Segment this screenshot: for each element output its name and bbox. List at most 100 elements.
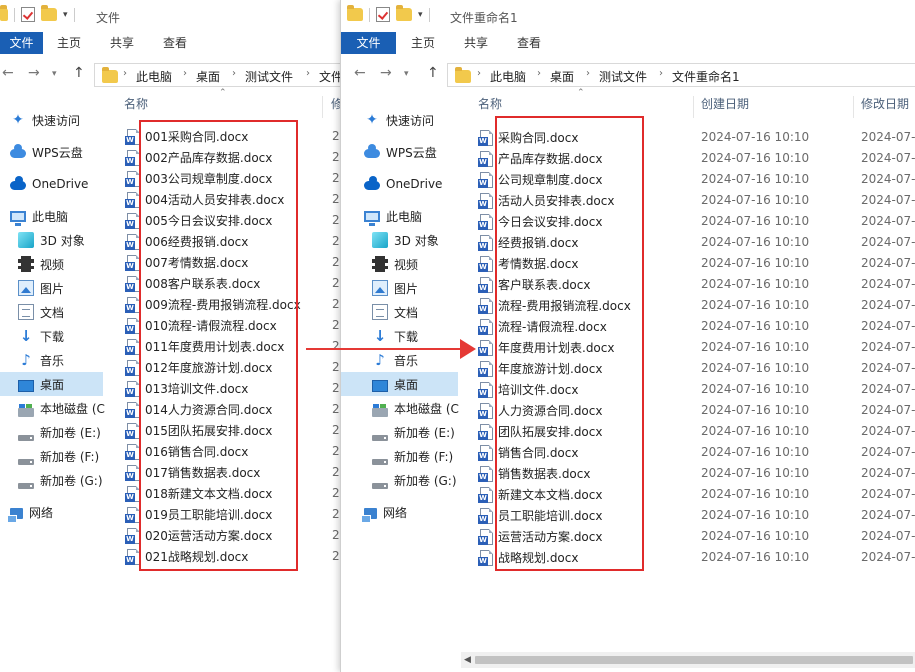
breadcrumb-separator: › <box>306 68 310 79</box>
tab-view[interactable]: 查看 <box>517 32 541 54</box>
folder-icon[interactable] <box>0 5 8 21</box>
file-date-created: 2024-07-16 10:10 <box>701 214 810 228</box>
sidebar-item[interactable]: ↓ 下载 <box>18 324 64 348</box>
sidebar-item[interactable]: 3D 对象 <box>372 228 439 252</box>
address-bar[interactable]: › 此电脑 › 桌面 › 测试文件 › 文件 <box>94 63 340 87</box>
column-header-name[interactable]: 名称 <box>124 95 148 119</box>
word-document-icon <box>478 507 493 524</box>
up-arrow-icon[interactable]: ↑ <box>73 65 85 81</box>
sidebar-item[interactable]: WPS云盘 <box>364 140 437 164</box>
tab-view[interactable]: 查看 <box>163 32 187 54</box>
sidebar-item[interactable]: ✦ 快速访问 <box>10 108 80 132</box>
sidebar-item[interactable]: ↓ 下载 <box>372 324 418 348</box>
back-arrow-icon[interactable]: ← <box>2 65 14 81</box>
file-date-modified: 2024-07-1 <box>861 235 915 249</box>
breadcrumb-current[interactable]: 文件 <box>319 68 340 85</box>
forward-arrow-icon[interactable]: → <box>380 65 392 81</box>
breadcrumb-current[interactable]: 文件重命名1 <box>672 68 740 85</box>
properties-icon[interactable] <box>21 7 35 22</box>
new-folder-icon[interactable] <box>396 5 412 21</box>
tab-file[interactable]: 文件 <box>341 32 396 54</box>
folder-icon[interactable] <box>347 5 363 21</box>
tab-share[interactable]: 共享 <box>464 32 488 54</box>
sidebar-item[interactable]: 视频 <box>18 252 64 276</box>
file-date-created: 2024-07-16 10:10 <box>701 529 810 543</box>
recent-locations-chevron-icon[interactable]: ▾ <box>52 69 57 79</box>
sidebar-item[interactable]: ✦ 快速访问 <box>364 108 434 132</box>
sidebar-item[interactable]: 此电脑 <box>10 204 68 228</box>
sidebar-item[interactable]: OneDrive <box>364 172 442 196</box>
column-divider[interactable] <box>853 96 854 118</box>
pictures-icon <box>372 280 388 296</box>
breadcrumb-desktop[interactable]: 桌面 <box>196 68 220 85</box>
back-arrow-icon[interactable]: ← <box>354 65 366 81</box>
column-header-created[interactable]: 创建日期 <box>701 95 749 119</box>
local-disk-icon <box>372 403 388 417</box>
sidebar-item-label: 快速访问 <box>386 113 435 128</box>
sidebar-item[interactable]: 此电脑 <box>364 204 422 228</box>
sidebar-item[interactable]: 视频 <box>372 252 418 276</box>
breadcrumb-test-files[interactable]: 测试文件 <box>599 68 647 85</box>
scrollbar-thumb[interactable] <box>475 656 913 664</box>
file-date-modified: 2024-07-1 <box>861 361 915 375</box>
sidebar-item[interactable]: 新加卷 (G:) <box>372 468 457 492</box>
file-date-created: 2024-07-16 10:10 <box>701 550 810 564</box>
sidebar-item-label: 新加卷 (E:) <box>40 425 101 440</box>
tab-home[interactable]: 主页 <box>57 32 81 54</box>
file-date-modified: 2 <box>332 318 340 332</box>
file-date-created: 2024-07-16 10:10 <box>701 151 810 165</box>
column-header-modified[interactable]: 修 <box>331 95 340 119</box>
column-divider[interactable] <box>693 96 694 118</box>
sidebar-item[interactable]: 新加卷 (F:) <box>18 444 99 468</box>
recent-locations-chevron-icon[interactable]: ▾ <box>404 69 409 79</box>
breadcrumb-this-pc[interactable]: 此电脑 <box>490 68 526 85</box>
tab-file[interactable]: 文件 <box>0 32 43 54</box>
sidebar-item[interactable]: 3D 对象 <box>18 228 85 252</box>
properties-icon[interactable] <box>376 7 390 22</box>
sidebar-item[interactable]: 新加卷 (E:) <box>372 420 455 444</box>
forward-arrow-icon[interactable]: → <box>28 65 40 81</box>
sidebar-item[interactable]: 桌面 <box>0 372 103 396</box>
sidebar-item[interactable]: 网络 <box>7 500 54 524</box>
sidebar-item-label: 此电脑 <box>386 209 423 224</box>
chevron-down-icon[interactable]: ▾ <box>63 10 68 20</box>
column-divider[interactable] <box>322 96 323 118</box>
download-icon: ↓ <box>19 327 33 345</box>
sidebar-item[interactable]: 网络 <box>361 500 407 524</box>
sidebar-item-label: 此电脑 <box>32 209 69 224</box>
sidebar-item[interactable]: 图片 <box>372 276 418 300</box>
word-document-icon <box>478 129 493 146</box>
sidebar-item[interactable]: 新加卷 (F:) <box>372 444 453 468</box>
new-folder-icon[interactable] <box>41 5 57 21</box>
sidebar-item[interactable]: 新加卷 (E:) <box>18 420 101 444</box>
sidebar-item[interactable]: 新加卷 (G:) <box>18 468 103 492</box>
breadcrumb-this-pc[interactable]: 此电脑 <box>136 68 172 85</box>
tab-share[interactable]: 共享 <box>110 32 134 54</box>
word-document-icon <box>478 213 493 230</box>
up-arrow-icon[interactable]: ↑ <box>427 65 439 81</box>
sidebar-item[interactable]: 文档 <box>372 300 418 324</box>
toolbar-divider <box>428 7 430 22</box>
horizontal-scrollbar[interactable]: ◀ <box>461 652 915 668</box>
file-date-created: 2024-07-16 10:10 <box>701 319 810 333</box>
column-header-modified[interactable]: 修改日期 <box>861 95 909 119</box>
address-bar[interactable]: › 此电脑 › 桌面 › 测试文件 › 文件重命名1 <box>447 63 915 87</box>
sidebar-item[interactable]: 桌面 <box>341 372 458 396</box>
sidebar-item[interactable]: OneDrive <box>10 172 88 196</box>
sidebar-item[interactable]: 本地磁盘 (C <box>372 396 459 420</box>
sidebar-item[interactable]: 文档 <box>18 300 64 324</box>
sidebar-item-label: 下载 <box>394 329 419 344</box>
sidebar-item-label: 网络 <box>29 505 54 520</box>
breadcrumb-desktop[interactable]: 桌面 <box>550 68 574 85</box>
sidebar-item[interactable]: 图片 <box>18 276 64 300</box>
tab-home[interactable]: 主页 <box>411 32 435 54</box>
sidebar-item[interactable]: 本地磁盘 (C <box>18 396 105 420</box>
chevron-down-icon[interactable]: ▾ <box>418 10 423 20</box>
breadcrumb-test-files[interactable]: 测试文件 <box>245 68 293 85</box>
sidebar-item[interactable]: ♪ 音乐 <box>372 348 418 372</box>
scroll-left-icon[interactable]: ◀ <box>464 655 471 665</box>
file-date-modified: 2 <box>332 213 340 227</box>
word-document-icon <box>478 339 493 356</box>
sidebar-item[interactable]: ♪ 音乐 <box>18 348 64 372</box>
sidebar-item[interactable]: WPS云盘 <box>10 140 83 164</box>
